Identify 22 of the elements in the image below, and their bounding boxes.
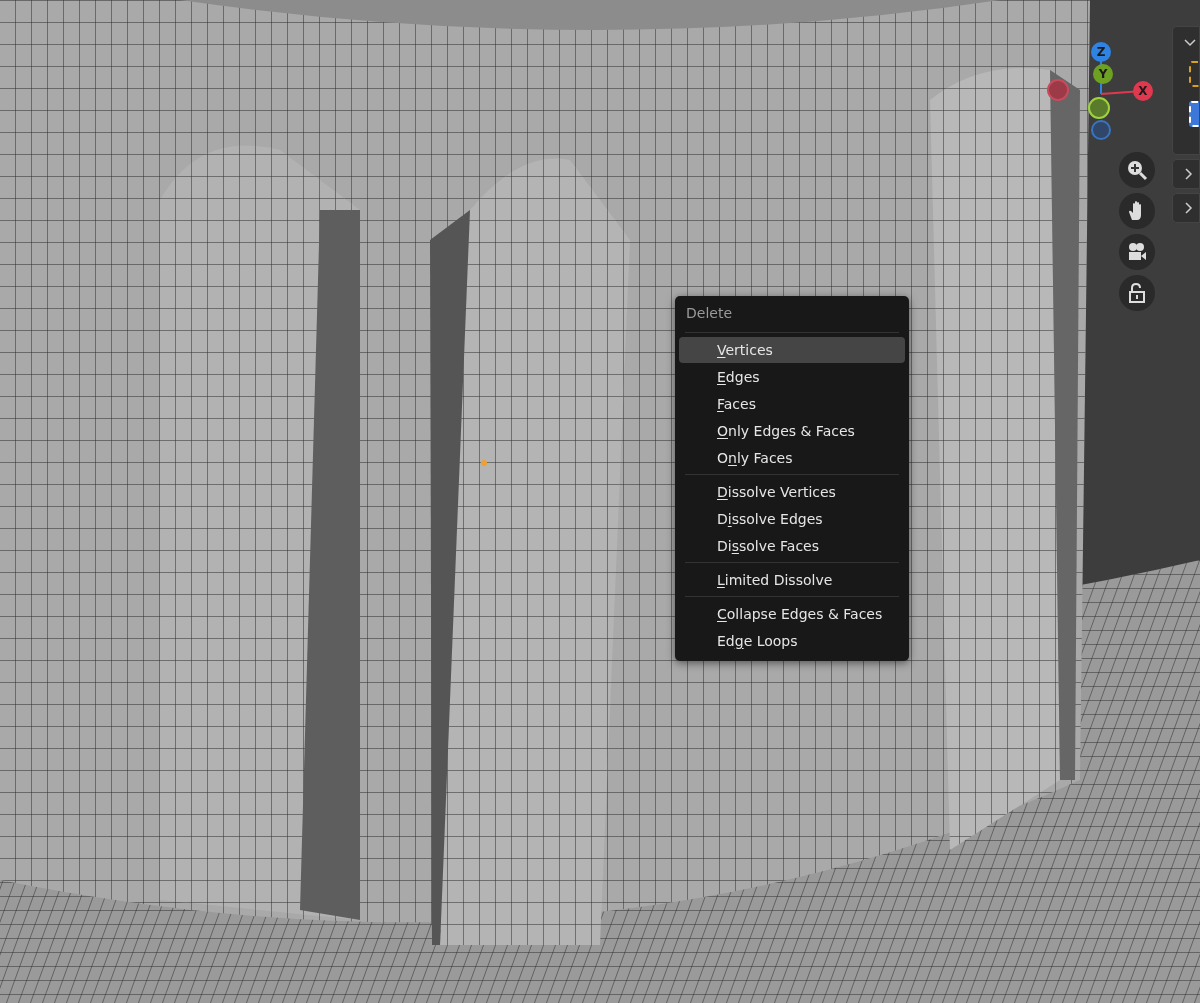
menu-item[interactable]: Edge Loops (679, 628, 905, 654)
menu-item[interactable]: Limited Dissolve (679, 567, 905, 593)
movie-camera-icon (1126, 241, 1148, 263)
menu-item[interactable]: Collapse Edges & Faces (679, 601, 905, 627)
menu-item[interactable]: Vertices (679, 337, 905, 363)
menu-item[interactable]: Dissolve Faces (679, 533, 905, 559)
zoom-icon (1126, 159, 1148, 181)
unlocked-padlock-icon (1126, 282, 1148, 304)
menu-item[interactable]: Faces (679, 391, 905, 417)
menu-item[interactable]: Dissolve Edges (679, 506, 905, 532)
chevron-icon (1185, 168, 1193, 180)
menu-item[interactable]: Edges (679, 364, 905, 390)
menu-item[interactable]: Only Edges & Faces (679, 418, 905, 444)
menu-title: Delete (685, 304, 733, 323)
expand-tab[interactable] (1172, 159, 1200, 189)
menu-item[interactable]: Dissolve Vertices (679, 479, 905, 505)
chevron-icon[interactable] (1184, 39, 1196, 47)
menu-item[interactable]: Only Faces (679, 445, 905, 471)
expand-tab[interactable] (1172, 193, 1200, 223)
select-box-icon[interactable] (1189, 61, 1199, 87)
vertex-dot-icon (481, 460, 487, 466)
chevron-icon (1185, 202, 1193, 214)
